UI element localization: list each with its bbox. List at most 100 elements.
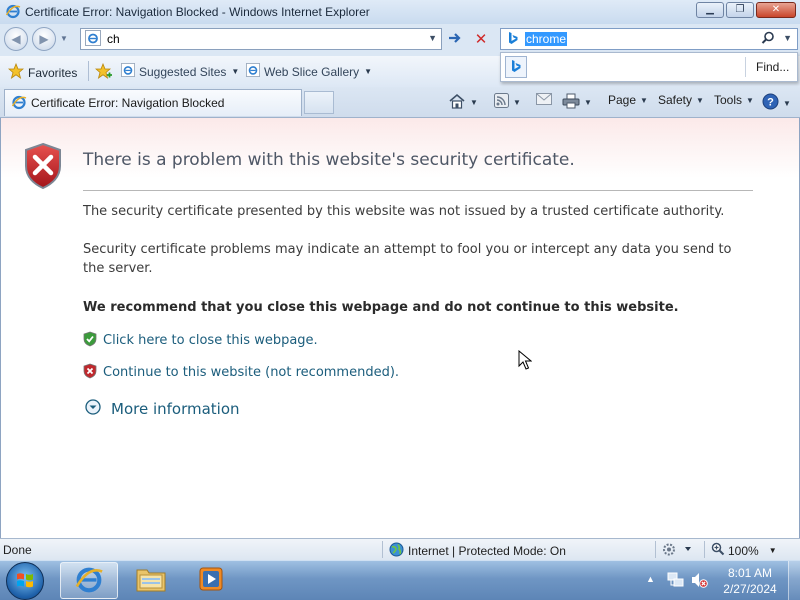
suggested-sites-label: Suggested Sites [139, 64, 227, 79]
find-on-page-button[interactable]: Find... [756, 60, 789, 74]
continue-to-website-link[interactable]: Continue to this website (not recommende… [103, 365, 399, 380]
more-information-toggle[interactable]: More information [85, 399, 240, 418]
search-icon[interactable] [761, 31, 775, 48]
ie-page-icon [246, 63, 260, 80]
read-mail-button[interactable] [536, 93, 552, 108]
page-favicon-icon [85, 29, 101, 49]
stop-button[interactable]: ✕ [470, 28, 492, 50]
status-text: Done [3, 543, 32, 557]
title-bar: Certificate Error: Navigation Blocked - … [0, 0, 800, 24]
favorites-label: Favorites [28, 65, 78, 80]
add-to-favorites-bar-button[interactable] [94, 62, 113, 82]
media-player-icon [198, 566, 224, 595]
globe-icon [389, 542, 404, 560]
help-button[interactable]: ? ▼ [762, 93, 791, 113]
security-error-shield-icon [23, 142, 63, 193]
search-options-dropdown-icon[interactable]: ▼ [783, 33, 792, 43]
rss-feed-icon [494, 93, 509, 111]
safety-menu-button[interactable]: Safety ▼ [658, 93, 704, 107]
zoom-level-label: 100% [728, 543, 759, 558]
folder-icon [135, 565, 167, 596]
status-divider [704, 541, 705, 558]
web-slice-gallery-button[interactable]: Web Slice Gallery ▼ [246, 63, 372, 80]
green-check-shield-icon [83, 331, 97, 350]
zoom-level-button[interactable]: 100% ▼ [711, 542, 777, 559]
taskbar-internet-explorer[interactable] [60, 562, 118, 599]
taskbar-windows-explorer[interactable] [122, 562, 180, 599]
tools-menu-label: Tools [714, 93, 743, 107]
forward-arrow-icon: ▶ [39, 32, 49, 46]
system-clock[interactable]: 8:01 AM 2/27/2024 [716, 565, 784, 597]
address-bar[interactable]: ch ▼ [80, 28, 442, 50]
more-information-link[interactable]: More information [111, 400, 240, 418]
security-zone-indicator[interactable]: Internet | Protected Mode: On [389, 542, 566, 560]
chevron-down-icon: ▼ [696, 95, 704, 105]
security-settings-button[interactable] [662, 542, 692, 560]
home-button[interactable]: ▼ [448, 93, 478, 112]
ie-logo-icon [5, 3, 21, 22]
chevron-down-icon: ▼ [470, 98, 478, 107]
feeds-button[interactable]: ▼ [494, 93, 521, 111]
chevron-down-icon: ▼ [584, 98, 592, 107]
warning-message: Security certificate problems may indica… [83, 242, 732, 276]
show-desktop-button[interactable] [788, 561, 800, 600]
windows-logo-icon [15, 570, 35, 593]
chevron-down-icon: ▼ [513, 97, 521, 107]
security-zone-label: Internet | Protected Mode: On [408, 544, 566, 558]
bing-provider-button[interactable] [505, 56, 527, 78]
search-box[interactable]: chrome ▼ [500, 28, 798, 50]
printer-icon [562, 93, 580, 112]
network-icon[interactable] [667, 571, 685, 592]
go-button[interactable] [444, 28, 466, 50]
tab-certificate-error[interactable]: Certificate Error: Navigation Blocked [4, 89, 302, 116]
tools-menu-button[interactable]: Tools ▼ [714, 93, 754, 107]
back-arrow-icon: ◀ [11, 32, 21, 46]
close-webpage-link[interactable]: Click here to close this webpage. [103, 333, 318, 348]
recommendation-text: We recommend that you close this webpage… [83, 300, 679, 315]
window-title: Certificate Error: Navigation Blocked - … [25, 5, 370, 19]
suggested-sites-button[interactable]: Suggested Sites ▼ [121, 63, 239, 80]
volume-muted-icon[interactable] [690, 571, 708, 592]
expand-chevron-icon [85, 399, 101, 418]
forward-button[interactable]: ▶ [32, 27, 56, 51]
favorites-button[interactable]: Favorites [7, 62, 78, 82]
chevron-down-icon: ▼ [231, 67, 240, 76]
address-input[interactable]: ch [107, 32, 120, 46]
page-menu-button[interactable]: Page ▼ [608, 93, 648, 107]
red-x-shield-icon [83, 363, 97, 382]
continue-website-row: Continue to this website (not recommende… [83, 363, 399, 382]
chevron-down-icon: ▼ [746, 95, 754, 105]
zoom-magnifier-icon [711, 542, 725, 559]
favorites-divider [88, 61, 89, 81]
recent-pages-dropdown[interactable]: ▼ [60, 34, 68, 43]
status-divider [382, 541, 383, 558]
add-favorite-star-icon [94, 62, 113, 82]
minimize-icon: ▁ [706, 4, 714, 15]
taskbar-media-player[interactable] [182, 562, 240, 599]
tab-label: Certificate Error: Navigation Blocked [31, 96, 225, 110]
home-icon [448, 93, 466, 112]
show-hidden-icons-button[interactable]: ▲ [646, 574, 655, 584]
popup-divider [745, 57, 746, 77]
security-gear-icon [662, 542, 692, 560]
back-button[interactable]: ◀ [4, 27, 28, 51]
ie-page-icon [121, 63, 135, 80]
close-window-button[interactable]: ✕ [756, 2, 796, 18]
address-dropdown-icon[interactable]: ▼ [428, 33, 437, 43]
help-icon: ? [762, 93, 779, 113]
bing-logo-icon [507, 31, 519, 48]
search-input[interactable]: chrome [525, 32, 568, 46]
new-tab-button[interactable] [304, 91, 334, 114]
ie-logo-icon [74, 564, 104, 597]
bing-logo-icon [510, 59, 522, 76]
chevron-down-icon: ▼ [640, 95, 648, 105]
print-button[interactable]: ▼ [562, 93, 592, 112]
start-button[interactable] [6, 562, 44, 600]
chevron-down-icon: ▼ [364, 67, 373, 76]
search-suggestions-popup: Find... [500, 52, 798, 82]
safety-menu-label: Safety [658, 93, 693, 107]
maximize-button[interactable]: ❐ [726, 2, 754, 18]
close-webpage-row: Click here to close this webpage. [83, 331, 318, 350]
minimize-button[interactable]: ▁ [696, 2, 724, 18]
page-menu-label: Page [608, 93, 637, 107]
